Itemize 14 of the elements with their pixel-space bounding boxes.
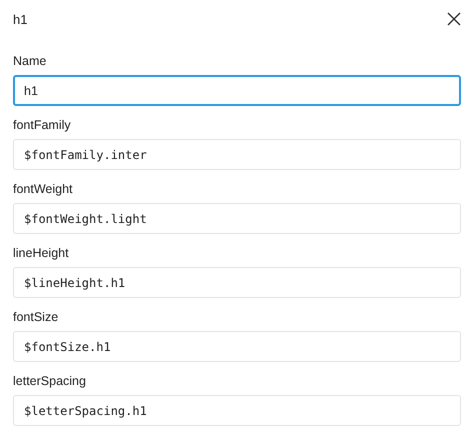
input-field[interactable]: $fontSize.h1: [13, 331, 461, 362]
field-label: Name: [13, 54, 48, 69]
close-icon[interactable]: [447, 12, 461, 26]
field-label: letterSpacing: [13, 374, 87, 389]
input-field[interactable]: $letterSpacing.h1: [13, 395, 461, 426]
input-field[interactable]: $fontFamily.inter: [13, 139, 461, 170]
input-field[interactable]: h1: [13, 75, 461, 106]
input-field[interactable]: $fontWeight.light: [13, 203, 461, 234]
input-field[interactable]: $lineHeight.h1: [13, 267, 461, 298]
dialog-title: h1: [13, 12, 28, 26]
field-label: fontWeight: [13, 182, 74, 197]
field-label: lineHeight: [13, 246, 70, 261]
field-label: fontFamily: [13, 118, 72, 133]
field-label: fontSize: [13, 310, 60, 325]
